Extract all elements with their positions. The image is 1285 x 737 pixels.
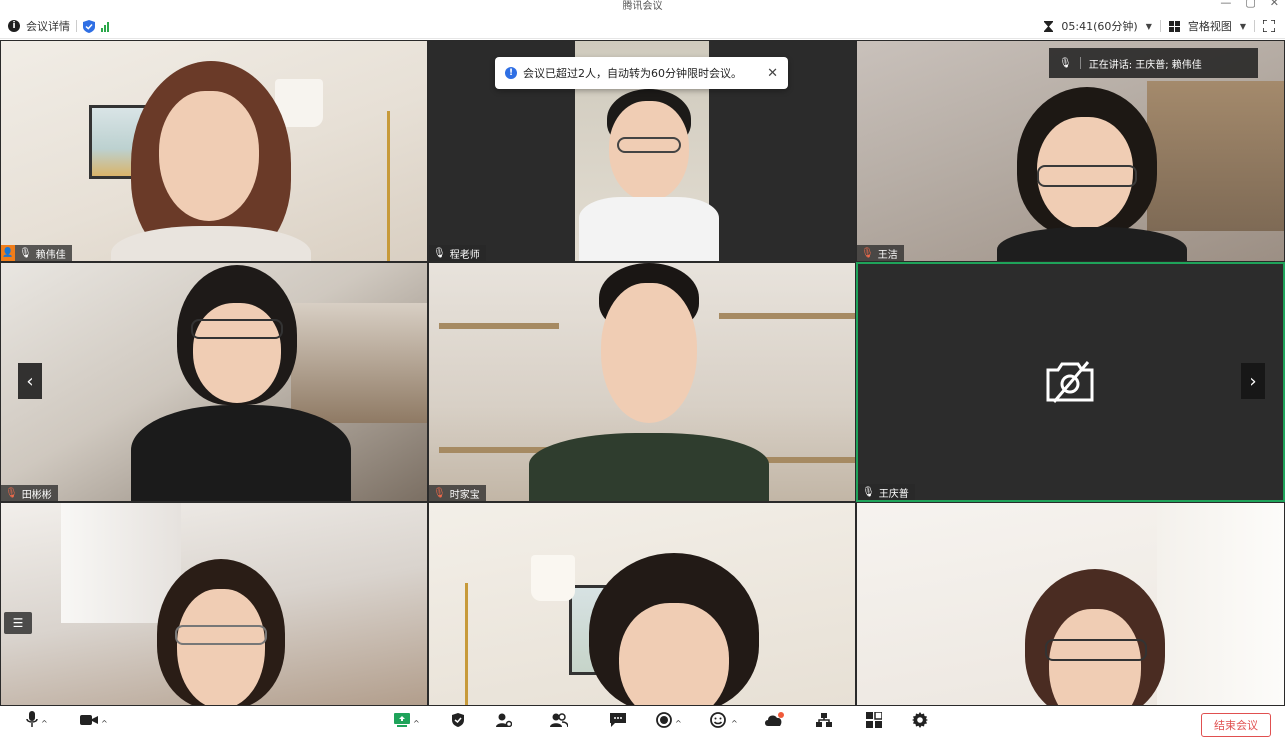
record-icon[interactable] (656, 712, 672, 728)
minimize-button[interactable]: — (1220, 0, 1231, 9)
window-controls: — ▢ ✕ (1220, 0, 1279, 9)
participant-video (579, 89, 719, 261)
chevron-up-icon[interactable]: ^ (675, 719, 682, 728)
previous-page-button[interactable]: ‹ (18, 363, 42, 399)
participant-name-label: 🎙 王庆普 (858, 484, 915, 500)
participant-video (589, 553, 759, 705)
participant-video (997, 87, 1187, 261)
info-icon: ! (505, 67, 517, 79)
participant-list-toggle[interactable]: ☰ (4, 612, 32, 634)
settings-button[interactable] (912, 711, 928, 729)
meeting-timer[interactable]: 05:41(60分钟) (1061, 18, 1137, 34)
divider (1254, 20, 1255, 32)
participant-name-label: 👤 🎙 赖伟佳 (1, 245, 72, 261)
mic-icon: 🎙 (862, 486, 875, 498)
reaction-control[interactable]: ^ (710, 711, 738, 729)
fullscreen-icon[interactable] (1263, 20, 1275, 32)
breakout-button[interactable] (816, 711, 832, 729)
maximize-button[interactable]: ▢ (1245, 0, 1255, 9)
camera-off-icon (1046, 361, 1094, 403)
chevron-up-icon[interactable]: ^ (41, 719, 48, 728)
participant-name-label: 🎙 程老师 (429, 245, 486, 261)
floor-lamp (531, 555, 575, 601)
chevron-down-icon[interactable]: ▼ (1240, 22, 1246, 31)
network-icon[interactable] (816, 713, 832, 727)
video-tile[interactable] (856, 502, 1285, 706)
shield-icon[interactable] (83, 19, 95, 33)
record-control[interactable]: ^ (656, 711, 682, 729)
video-control[interactable]: ^ (80, 711, 108, 729)
host-icon: 👤 (1, 245, 15, 261)
view-mode-button[interactable]: 宫格视图 (1188, 18, 1232, 34)
notice-text: 会议已超过2人，自动转为60分钟限时会议。 (523, 67, 742, 80)
participant-name-label: 🎙 时家宝 (429, 485, 486, 501)
divider (76, 20, 77, 32)
mic-muted-icon: 🎙 (5, 487, 18, 499)
end-meeting-button[interactable]: 结束会议 (1201, 713, 1271, 737)
add-user-icon[interactable] (496, 713, 512, 727)
security-button[interactable] (452, 711, 464, 729)
layout-button[interactable] (866, 711, 882, 729)
title-bar: 腾讯会议 — ▢ ✕ (0, 0, 1285, 13)
gear-icon[interactable] (912, 712, 928, 728)
mute-control[interactable]: ^ (26, 711, 48, 729)
app-cloud-icon[interactable] (764, 712, 784, 728)
video-tile[interactable] (428, 502, 856, 706)
video-tile[interactable] (0, 502, 428, 706)
window-curtain (1157, 503, 1284, 705)
video-tile[interactable]: 🎙 时家宝 (428, 262, 856, 502)
speaking-indicator: 🎙 正在讲话: 王庆普; 赖伟佳 (1049, 48, 1258, 78)
participant-video (529, 263, 769, 501)
emoji-icon[interactable] (710, 712, 728, 728)
participant-video (1025, 569, 1165, 705)
participant-video (131, 265, 351, 501)
chevron-up-icon[interactable]: ^ (731, 719, 738, 728)
close-icon[interactable]: ✕ (767, 66, 778, 81)
apps-button[interactable] (764, 711, 784, 729)
participants-button[interactable] (550, 711, 568, 729)
close-window-button[interactable]: ✕ (1270, 0, 1279, 9)
mic-muted-icon: 🎙 (433, 487, 446, 499)
mic-icon: 🎙 (19, 247, 32, 259)
bottom-toolbar: ^ ^ ^ ^ ^ 结束会议 (0, 706, 1285, 737)
lamp-pole (387, 111, 390, 261)
chat-button[interactable] (610, 711, 626, 729)
notice-toast: ! 会议已超过2人，自动转为60分钟限时会议。 ✕ (495, 57, 788, 89)
participant-name-label: 🎙 王洁 (857, 245, 904, 261)
chevron-down-icon[interactable]: ▼ (1146, 22, 1152, 31)
users-icon[interactable] (550, 713, 568, 727)
next-page-button[interactable]: › (1241, 363, 1265, 399)
share-screen-icon[interactable] (394, 713, 410, 727)
share-screen-control[interactable]: ^ (394, 711, 420, 729)
video-camera-icon[interactable] (80, 714, 98, 726)
meeting-info-button[interactable]: 会议详情 (26, 18, 70, 34)
mic-icon: 🎙 (433, 247, 446, 259)
chat-icon[interactable] (610, 713, 626, 727)
participant-video (111, 61, 311, 261)
invite-button[interactable] (496, 711, 512, 729)
signal-strength-icon[interactable] (101, 21, 109, 32)
lamp-pole (465, 583, 468, 705)
microphone-icon[interactable] (26, 711, 38, 729)
shield-icon[interactable] (452, 713, 464, 727)
chevron-up-icon[interactable]: ^ (101, 719, 108, 728)
mic-muted-icon: 🎙 (861, 247, 874, 259)
hourglass-icon (1044, 20, 1054, 32)
mic-icon: 🎙 (1059, 57, 1072, 69)
divider (1079, 57, 1081, 69)
info-icon[interactable]: i (8, 20, 20, 32)
video-tile[interactable]: 🎙 田彬彬 (0, 262, 428, 502)
grid-view-icon[interactable] (1168, 20, 1180, 32)
divider (1159, 20, 1161, 32)
video-tile[interactable]: 👤 🎙 赖伟佳 (0, 40, 428, 262)
chevron-up-icon[interactable]: ^ (413, 719, 420, 728)
participant-name-label: 🎙 田彬彬 (1, 485, 58, 501)
window-title: 腾讯会议 (622, 1, 663, 12)
participant-video (151, 559, 291, 705)
top-toolbar: i 会议详情 05:41(60分钟) ▼ 宫格视图 ▼ (0, 13, 1285, 39)
layout-grid-icon[interactable] (866, 712, 882, 728)
speaking-text: 正在讲话: 王庆普; 赖伟佳 (1088, 59, 1202, 71)
